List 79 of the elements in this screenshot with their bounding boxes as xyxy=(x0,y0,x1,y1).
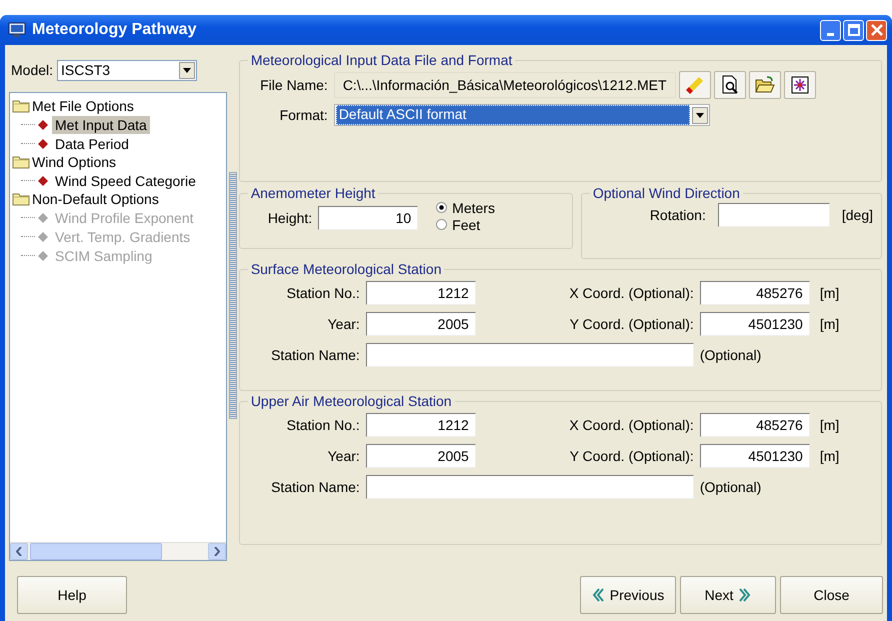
field-label: X Coord. (Optional): xyxy=(568,417,694,433)
preview-button[interactable] xyxy=(714,71,746,99)
tree-group-label[interactable]: Wind Options xyxy=(32,154,116,170)
tree-group-label[interactable]: Met File Options xyxy=(32,98,134,114)
magnifier-document-icon xyxy=(720,75,740,95)
folder-icon xyxy=(754,75,775,95)
field-label: Y Coord. (Optional): xyxy=(568,316,694,332)
new-button[interactable] xyxy=(784,71,816,99)
x-coordinate-field[interactable]: 485276 xyxy=(700,281,810,305)
group-title: Surface Meteorological Station xyxy=(250,261,442,277)
dropdown-arrow-icon xyxy=(183,68,192,72)
field-label: X Coord. (Optional): xyxy=(568,285,694,301)
chevron-right-icon xyxy=(739,588,752,602)
model-label: Model: xyxy=(11,62,54,78)
pencil-icon xyxy=(684,75,705,95)
x-coordinate-field[interactable]: 485276 xyxy=(700,413,810,437)
file-name-display: C:\...\Información_Básica\Meteorológicos\1212.MET xyxy=(334,72,676,98)
field-label: Station No.: xyxy=(286,285,360,301)
field-label: Station Name: xyxy=(270,347,360,363)
unit-label: [m] xyxy=(820,448,840,464)
horizontal-scrollbar[interactable] xyxy=(10,542,226,560)
folder-icon xyxy=(12,155,30,169)
model-dropdown[interactable]: ISCST3 xyxy=(57,60,198,80)
year-field[interactable]: 2005 xyxy=(366,444,476,468)
field-label: Height: xyxy=(268,210,312,226)
edit-button[interactable] xyxy=(678,71,711,99)
station-name-field[interactable] xyxy=(366,343,694,367)
station-number-field[interactable]: 1212 xyxy=(366,413,476,437)
previous-button[interactable]: Previous xyxy=(580,576,676,614)
format-dropdown[interactable]: Default ASCII format xyxy=(334,104,710,126)
help-button[interactable]: Help xyxy=(17,576,127,614)
starburst-icon xyxy=(790,75,810,95)
tree-item[interactable]: Met Input Data xyxy=(52,116,150,134)
maximize-button[interactable] xyxy=(843,20,864,40)
tree-item[interactable]: Data Period xyxy=(52,134,132,152)
unit-radio[interactable]: Feet xyxy=(436,216,495,233)
chevron-left-icon xyxy=(592,588,604,602)
maximize-icon xyxy=(848,24,860,36)
y-coordinate-field[interactable]: 4501230 xyxy=(700,312,810,336)
unit-label: [deg] xyxy=(842,207,873,223)
note-label: (Optional) xyxy=(700,347,762,363)
station-name-field[interactable] xyxy=(366,475,694,499)
group-title: Anemometer Height xyxy=(250,185,376,201)
group-title: Optional Wind Direction xyxy=(592,185,741,201)
unit-label: [m] xyxy=(820,316,840,332)
window-title: Meteorology Pathway xyxy=(32,21,198,39)
splitter-handle[interactable] xyxy=(228,172,237,419)
field-label: Format: xyxy=(278,107,328,123)
monitor-icon xyxy=(8,22,26,38)
field-label: Y Coord. (Optional): xyxy=(568,448,694,464)
note-label: (Optional) xyxy=(700,479,762,495)
unit-label: [m] xyxy=(820,417,840,433)
rotation-field[interactable] xyxy=(718,203,830,227)
close-button[interactable] xyxy=(866,20,887,40)
tree-item[interactable]: Wind Speed Categorie xyxy=(52,172,199,190)
folder-icon xyxy=(12,99,30,113)
field-label: Rotation: xyxy=(650,207,706,223)
group-title: Meteorological Input Data File and Format xyxy=(250,52,514,68)
close-button[interactable]: Close xyxy=(780,576,883,614)
minimize-button[interactable] xyxy=(820,20,841,40)
field-label: Station Name: xyxy=(270,479,360,495)
tree-group-label[interactable]: Non-Default Options xyxy=(32,191,159,207)
next-button[interactable]: Next xyxy=(680,576,776,614)
folder-icon xyxy=(12,192,30,206)
field-label: File Name: xyxy=(259,77,328,93)
height-field[interactable]: 10 xyxy=(318,206,418,230)
field-label: Year: xyxy=(326,316,360,332)
minimize-icon xyxy=(827,32,834,36)
station-number-field[interactable]: 1212 xyxy=(366,281,476,305)
unit-label: [m] xyxy=(820,285,840,301)
field-label: Station No.: xyxy=(286,417,360,433)
y-coordinate-field[interactable]: 4501230 xyxy=(700,444,810,468)
open-button[interactable] xyxy=(748,71,781,99)
close-icon xyxy=(870,24,882,36)
group-title: Upper Air Meteorological Station xyxy=(250,393,453,409)
unit-radio[interactable]: Meters xyxy=(436,199,495,216)
field-label: Year: xyxy=(326,448,360,464)
year-field[interactable]: 2005 xyxy=(366,312,476,336)
dropdown-arrow-icon xyxy=(696,112,704,118)
